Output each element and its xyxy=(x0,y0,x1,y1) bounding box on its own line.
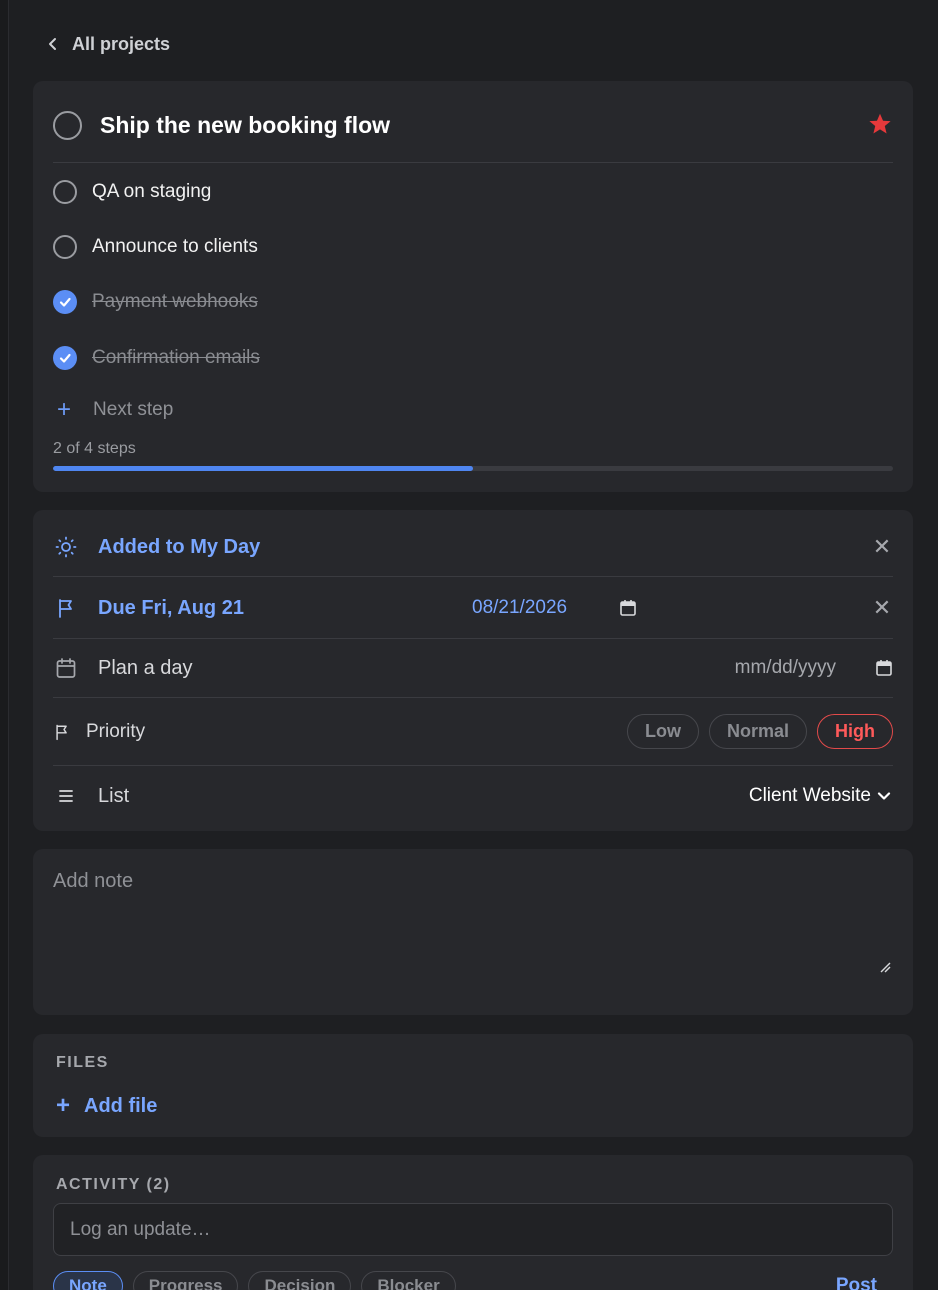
priority-low-button[interactable]: Low xyxy=(626,714,699,749)
list-row: List Client Website xyxy=(53,781,893,811)
list-icon xyxy=(53,783,79,809)
my-day-row[interactable]: Added to My Day ✕ xyxy=(53,532,893,562)
priority-label: Priority xyxy=(86,720,146,742)
task-card: Ship the new booking flow QA on staging … xyxy=(33,81,913,492)
calendar-picker-icon[interactable] xyxy=(875,659,893,677)
chevron-left-icon xyxy=(49,38,56,50)
add-file-label: Add file xyxy=(84,1094,158,1117)
divider xyxy=(53,576,893,577)
step-label[interactable]: Payment webhooks xyxy=(92,291,258,313)
task-title-row: Ship the new booking flow xyxy=(53,109,893,141)
plus-icon: + xyxy=(56,396,71,423)
note-textarea[interactable]: Add note xyxy=(53,870,133,893)
list-label: List xyxy=(98,784,130,807)
step-item[interactable]: QA on staging xyxy=(53,179,211,205)
divider xyxy=(53,697,893,698)
progress-fill xyxy=(53,466,473,471)
chevron-down-icon xyxy=(877,792,891,800)
back-link[interactable]: All projects xyxy=(46,32,170,56)
calendar-icon xyxy=(53,655,79,681)
log-update-placeholder: Log an update… xyxy=(70,1218,211,1240)
tag-blocker[interactable]: Blocker xyxy=(361,1271,456,1290)
remove-my-day-button[interactable]: ✕ xyxy=(871,534,893,560)
flag-icon xyxy=(53,595,79,621)
priority-options: Low Normal High xyxy=(626,714,893,749)
plus-icon: + xyxy=(56,1092,71,1119)
due-date-row[interactable]: Due Fri, Aug 21 08/21/2026 ✕ xyxy=(53,593,893,623)
step-item[interactable]: Payment webhooks xyxy=(53,289,258,315)
progress-bar xyxy=(53,466,893,471)
divider xyxy=(53,162,893,163)
priority-row: Priority Low Normal High xyxy=(53,713,893,750)
details-card: Added to My Day ✕ Due Fri, Aug 21 08/21/… xyxy=(33,510,913,831)
calendar-icon[interactable] xyxy=(619,599,637,617)
star-icon[interactable] xyxy=(867,111,893,137)
step-label[interactable]: QA on staging xyxy=(92,181,211,203)
tag-decision[interactable]: Decision xyxy=(248,1271,352,1290)
files-heading: FILES xyxy=(56,1054,109,1071)
step-label[interactable]: Confirmation emails xyxy=(92,347,260,369)
check-icon xyxy=(59,353,71,363)
activity-card: ACTIVITY (2) Log an update… Note Progres… xyxy=(33,1155,913,1290)
left-rail xyxy=(0,0,9,1290)
add-file-button[interactable]: + Add file xyxy=(56,1094,157,1118)
my-day-label: Added to My Day xyxy=(98,535,261,558)
remove-due-date-button[interactable]: ✕ xyxy=(871,595,893,621)
plan-date-input[interactable]: mm/dd/yyyy xyxy=(735,657,836,679)
plan-day-label: Plan a day xyxy=(98,656,193,679)
tag-note[interactable]: Note xyxy=(53,1271,123,1290)
resize-handle-icon[interactable] xyxy=(880,962,891,973)
activity-type-tags: Note Progress Decision Blocker xyxy=(53,1271,456,1290)
divider xyxy=(53,765,893,766)
files-card: FILES + Add file xyxy=(33,1034,913,1137)
plan-day-row[interactable]: Plan a day mm/dd/yyyy xyxy=(53,653,893,683)
due-date-label: Due Fri, Aug 21 xyxy=(98,596,244,619)
step-checkbox-checked[interactable] xyxy=(53,346,77,370)
divider xyxy=(53,638,893,639)
task-complete-checkbox[interactable] xyxy=(53,110,82,140)
sun-icon xyxy=(53,534,79,560)
step-item[interactable]: Confirmation emails xyxy=(53,345,260,371)
check-icon xyxy=(59,297,71,307)
log-update-input[interactable]: Log an update… xyxy=(53,1203,893,1256)
flag-icon xyxy=(53,719,71,745)
step-checkbox[interactable] xyxy=(53,180,77,204)
priority-normal-button[interactable]: Normal xyxy=(708,714,807,749)
step-checkbox[interactable] xyxy=(53,235,77,259)
activity-heading: ACTIVITY (2) xyxy=(56,1176,171,1193)
list-select[interactable]: Client Website xyxy=(749,785,891,807)
add-step-input[interactable]: + Next step xyxy=(53,398,173,422)
progress-text: 2 of 4 steps xyxy=(53,440,136,457)
step-item[interactable]: Announce to clients xyxy=(53,234,258,260)
back-link-label: All projects xyxy=(72,33,171,54)
add-step-placeholder: Next step xyxy=(93,399,174,420)
priority-high-button[interactable]: High xyxy=(817,714,893,749)
note-card[interactable]: Add note xyxy=(33,849,913,1015)
list-select-value: Client Website xyxy=(748,785,871,806)
step-label[interactable]: Announce to clients xyxy=(92,236,258,258)
task-title[interactable]: Ship the new booking flow xyxy=(100,112,390,139)
step-checkbox-checked[interactable] xyxy=(53,290,77,314)
tag-progress[interactable]: Progress xyxy=(132,1271,239,1290)
due-date-input[interactable]: 08/21/2026 xyxy=(472,597,567,619)
post-button[interactable]: Post xyxy=(836,1275,877,1290)
